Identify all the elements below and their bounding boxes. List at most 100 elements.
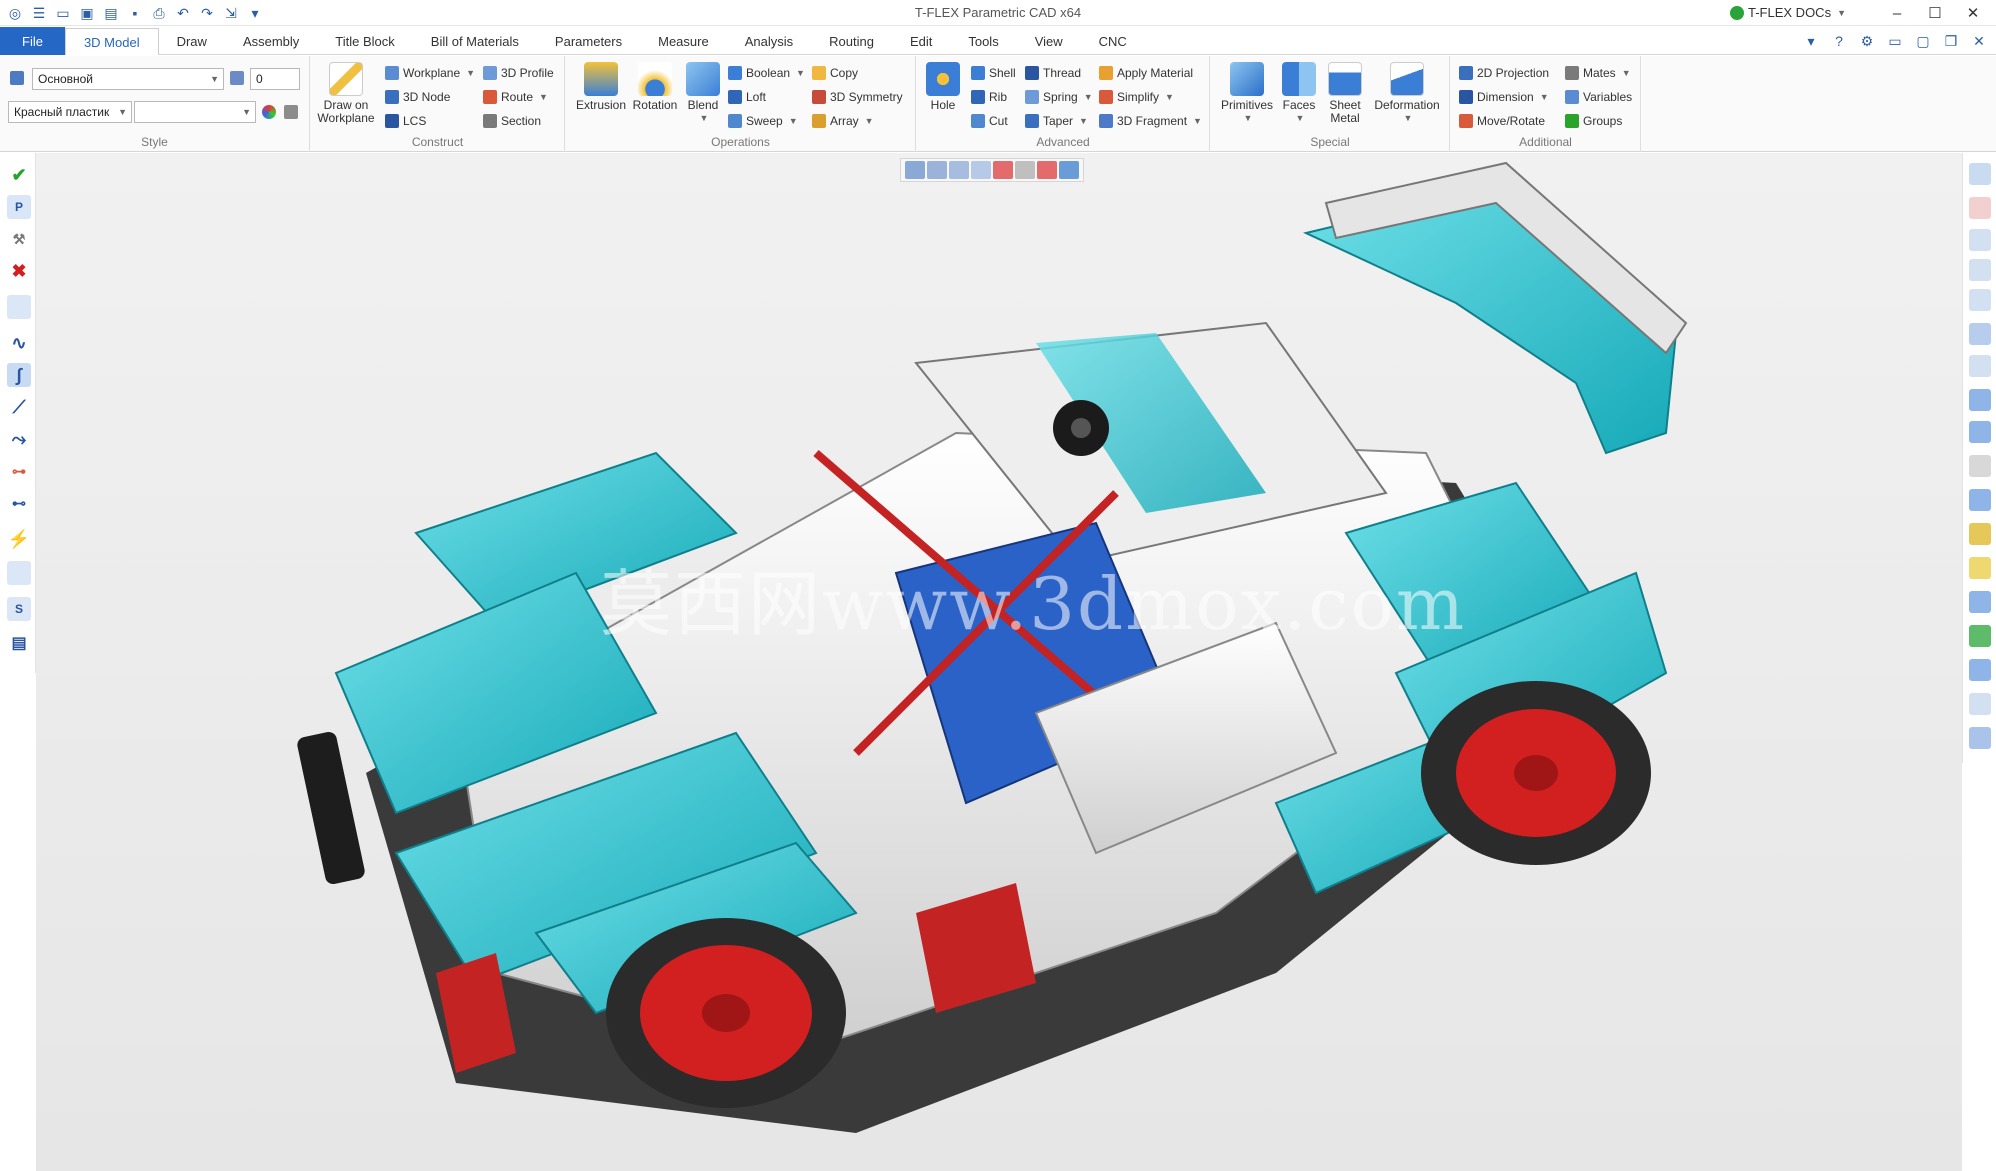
simplify-button[interactable]: Simplify ▼ [1099,90,1174,104]
filter-icon[interactable]: ▾ [1800,31,1822,51]
lcs-button[interactable]: LCS [385,114,426,128]
hidden-lines-icon[interactable] [1969,455,1991,477]
groups-button[interactable]: Groups [1565,114,1622,128]
print-view-icon[interactable] [1969,727,1991,749]
document-icon[interactable]: S [7,597,31,621]
move-rotate-button[interactable]: Move/Rotate [1459,114,1545,128]
box-view-icon[interactable] [1969,489,1991,511]
close-document-icon[interactable]: ✕ [1968,31,1990,51]
workplane-button[interactable]: Workplane ▼ [385,66,475,80]
line-icon[interactable]: ⟋ [7,395,31,419]
fragment-3d-button[interactable]: 3D Fragment ▼ [1099,114,1202,128]
shaded-view-icon[interactable] [1969,389,1991,411]
select-filter-icon[interactable] [927,161,947,179]
thread-button[interactable]: Thread [1025,66,1081,80]
pin-icon[interactable] [971,161,991,179]
view-icon[interactable] [7,295,31,319]
glasses-icon[interactable] [1969,355,1991,377]
taper-button[interactable]: Taper ▼ [1025,114,1088,128]
sphere-icon[interactable] [1969,523,1991,545]
layer-icon[interactable] [10,71,24,85]
help-icon[interactable]: ? [1828,31,1850,51]
blend-button[interactable]: Blend ▼ [680,62,726,125]
tflex-docs-menu[interactable]: T-FLEX DOCs ▼ [1730,5,1846,20]
restore-icon[interactable]: ❐ [1940,31,1962,51]
zoom-icon[interactable] [1969,229,1991,251]
color-select[interactable]: ▼ [134,101,256,123]
3d-viewport[interactable] [36,153,1962,1171]
dimension-button[interactable]: Dimension ▼ [1459,90,1549,104]
tab-parameters[interactable]: Parameters [537,27,640,55]
path-icon[interactable]: ∫ [7,363,31,387]
node-link-icon[interactable]: ⊶ [7,459,31,483]
extrusion-button[interactable]: Extrusion [574,62,628,112]
draw-on-workplane-button[interactable]: Draw on Workplane [317,62,375,125]
symmetry-3d-button[interactable]: 3D Symmetry [812,90,903,104]
ok-checkmark-icon[interactable]: ✔ [7,163,31,187]
filter-icon[interactable] [905,161,925,179]
tab-cnc[interactable]: CNC [1081,27,1145,55]
render-icon[interactable] [1969,693,1991,715]
magnet-icon[interactable] [1969,197,1991,219]
array-button[interactable]: Array ▼ [812,114,874,128]
cut-button[interactable]: Cut [971,114,1008,128]
maximize-icon[interactable]: ☐ [1916,2,1954,24]
database-icon[interactable] [7,561,31,585]
tab-analysis[interactable]: Analysis [727,27,811,55]
section-view-icon[interactable] [1015,161,1035,179]
tab-title-block[interactable]: Title Block [317,27,412,55]
car-model[interactable] [36,153,1962,1171]
close-icon[interactable]: ✕ [1954,2,1992,24]
loft-button[interactable]: Loft [728,90,766,104]
lightning-icon[interactable]: ⚡ [7,527,31,551]
apply-material-button[interactable]: Apply Material [1099,66,1193,80]
variables-button[interactable]: Variables [1565,90,1632,104]
tab-3d-model[interactable]: 3D Model [64,28,159,55]
tab-bill-of-materials[interactable]: Bill of Materials [413,27,537,55]
snap-icon[interactable] [949,161,969,179]
zoom-window-icon[interactable] [1969,259,1991,281]
rib-button[interactable]: Rib [971,90,1007,104]
color-swatch[interactable] [284,105,298,119]
tab-view[interactable]: View [1017,27,1081,55]
tree-icon[interactable] [1969,591,1991,613]
spring-button[interactable]: Spring ▼ [1025,90,1093,104]
book-icon[interactable]: ▤ [7,631,31,655]
route-button[interactable]: Route ▼ [483,90,548,104]
view-layout-icon[interactable] [1969,163,1991,185]
tab-routing[interactable]: Routing [811,27,892,55]
branch-icon[interactable]: ⊷ [7,491,31,515]
rotation-button[interactable]: Rotation [628,62,682,112]
tab-assembly[interactable]: Assembly [225,27,317,55]
sheet-metal-button[interactable]: Sheet Metal [1323,62,1367,125]
faces-button[interactable]: Faces ▼ [1277,62,1321,125]
material-view-icon[interactable] [1969,625,1991,647]
palette-icon[interactable] [262,105,276,119]
cancel-icon[interactable]: ✖ [7,259,31,283]
wrench-icon[interactable]: ⚒ [7,227,31,251]
projection-2d-button[interactable]: 2D Projection [1459,66,1549,80]
cube-view-icon[interactable] [1969,557,1991,579]
orbit-icon[interactable] [1969,323,1991,345]
layer-select[interactable]: Основной ▼ [32,68,224,90]
copy-button[interactable]: Copy [812,66,858,80]
curve-icon[interactable]: ⤳ [7,427,31,451]
tab-measure[interactable]: Measure [640,27,727,55]
settings-icon[interactable]: ⚙ [1856,31,1878,51]
node-3d-button[interactable]: 3D Node [385,90,450,104]
shell-button[interactable]: Shell [971,66,1016,80]
mates-button[interactable]: Mates ▼ [1565,66,1631,80]
tab-edit[interactable]: Edit [892,27,950,55]
minimize-icon[interactable]: – [1878,2,1916,24]
camera-icon[interactable] [1969,659,1991,681]
clip-icon[interactable] [1037,161,1057,179]
tab-file[interactable]: File [0,27,65,55]
primitives-button[interactable]: Primitives ▼ [1217,62,1277,125]
tab-tools[interactable]: Tools [950,27,1016,55]
spline-icon[interactable]: ∿ [7,331,31,355]
edges-view-icon[interactable] [1969,421,1991,443]
zoom-all-icon[interactable] [1969,289,1991,311]
deformation-button[interactable]: Deformation ▼ [1369,62,1445,125]
sweep-button[interactable]: Sweep ▼ [728,114,798,128]
window-icon[interactable]: ▢ [1912,31,1934,51]
